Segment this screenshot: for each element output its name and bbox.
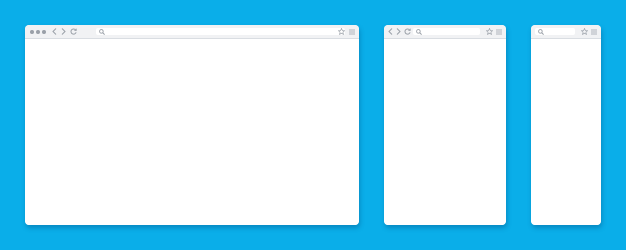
maximize-dot-icon[interactable] — [42, 29, 46, 34]
search-icon — [538, 28, 544, 35]
reload-icon[interactable] — [404, 28, 411, 35]
page-content-area — [25, 39, 359, 225]
browser-toolbar — [25, 25, 359, 39]
chevron-left-icon[interactable] — [52, 28, 57, 35]
hamburger-menu-icon[interactable] — [590, 27, 598, 36]
address-bar[interactable] — [413, 28, 480, 35]
nav-buttons — [52, 28, 77, 35]
browser-toolbar — [384, 25, 506, 39]
page-content-area — [531, 39, 601, 225]
browser-window-desktop — [25, 25, 359, 225]
nav-buttons — [388, 28, 411, 35]
address-bar[interactable] — [535, 28, 575, 35]
close-dot-icon[interactable] — [30, 29, 34, 34]
chevron-right-icon[interactable] — [396, 28, 401, 35]
search-icon — [99, 28, 105, 35]
star-icon[interactable] — [337, 27, 345, 36]
search-icon — [416, 28, 422, 35]
window-controls — [30, 29, 46, 34]
browser-toolbar — [531, 25, 601, 39]
browser-window-tablet — [384, 25, 506, 225]
reload-icon[interactable] — [70, 28, 77, 35]
star-icon[interactable] — [580, 27, 588, 36]
star-icon[interactable] — [485, 27, 493, 36]
browser-window-mobile — [531, 25, 601, 225]
chevron-left-icon[interactable] — [388, 28, 393, 35]
page-content-area — [384, 39, 506, 225]
address-bar[interactable] — [96, 28, 345, 35]
hamburger-menu-icon[interactable] — [495, 27, 503, 36]
minimize-dot-icon[interactable] — [36, 29, 40, 34]
hamburger-menu-icon[interactable] — [348, 27, 356, 36]
chevron-right-icon[interactable] — [61, 28, 66, 35]
